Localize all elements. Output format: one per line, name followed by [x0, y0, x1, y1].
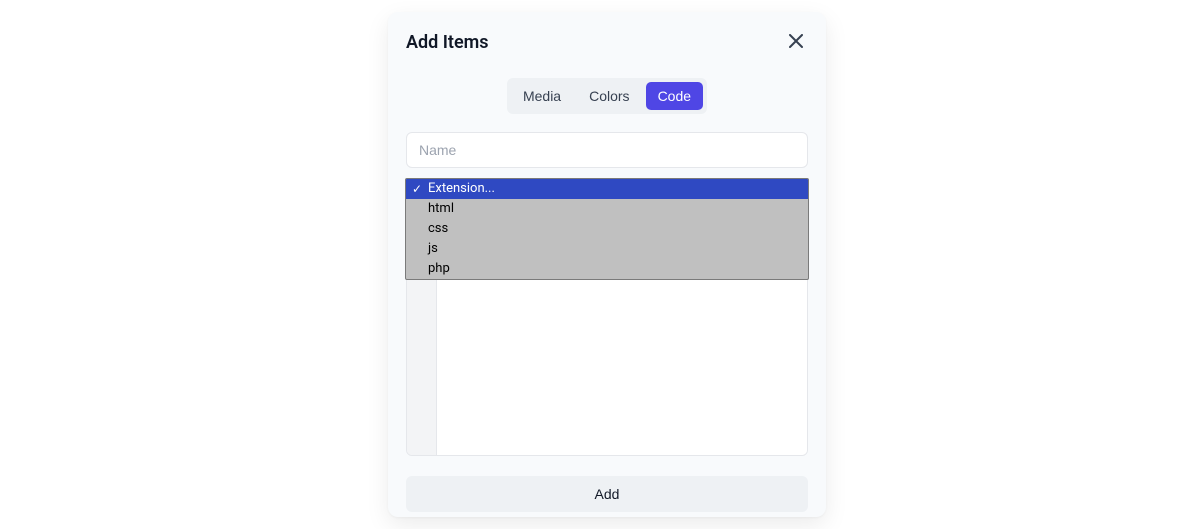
extension-option-placeholder[interactable]: Extension... [406, 179, 808, 199]
tabs: Media Colors Code [507, 78, 707, 114]
name-input[interactable] [406, 132, 808, 168]
modal-footer: Add [406, 476, 808, 512]
extension-dropdown[interactable]: Extension... html css js php [405, 178, 809, 280]
name-field [406, 132, 808, 168]
extension-option-css[interactable]: css [406, 219, 808, 239]
tab-media[interactable]: Media [511, 82, 573, 110]
close-button[interactable] [784, 30, 808, 54]
add-button[interactable]: Add [406, 476, 808, 512]
add-items-modal: Add Items Media Colors Code Extension...… [388, 12, 826, 517]
tab-colors[interactable]: Colors [577, 82, 641, 110]
modal-title: Add Items [406, 32, 489, 53]
close-icon [789, 34, 803, 51]
extension-option-php[interactable]: php [406, 259, 808, 279]
extension-option-html[interactable]: html [406, 199, 808, 219]
extension-select[interactable]: Extension... html css js php [406, 178, 808, 214]
extension-option-js[interactable]: js [406, 239, 808, 259]
tab-code[interactable]: Code [646, 82, 703, 110]
modal-header: Add Items [406, 28, 808, 60]
